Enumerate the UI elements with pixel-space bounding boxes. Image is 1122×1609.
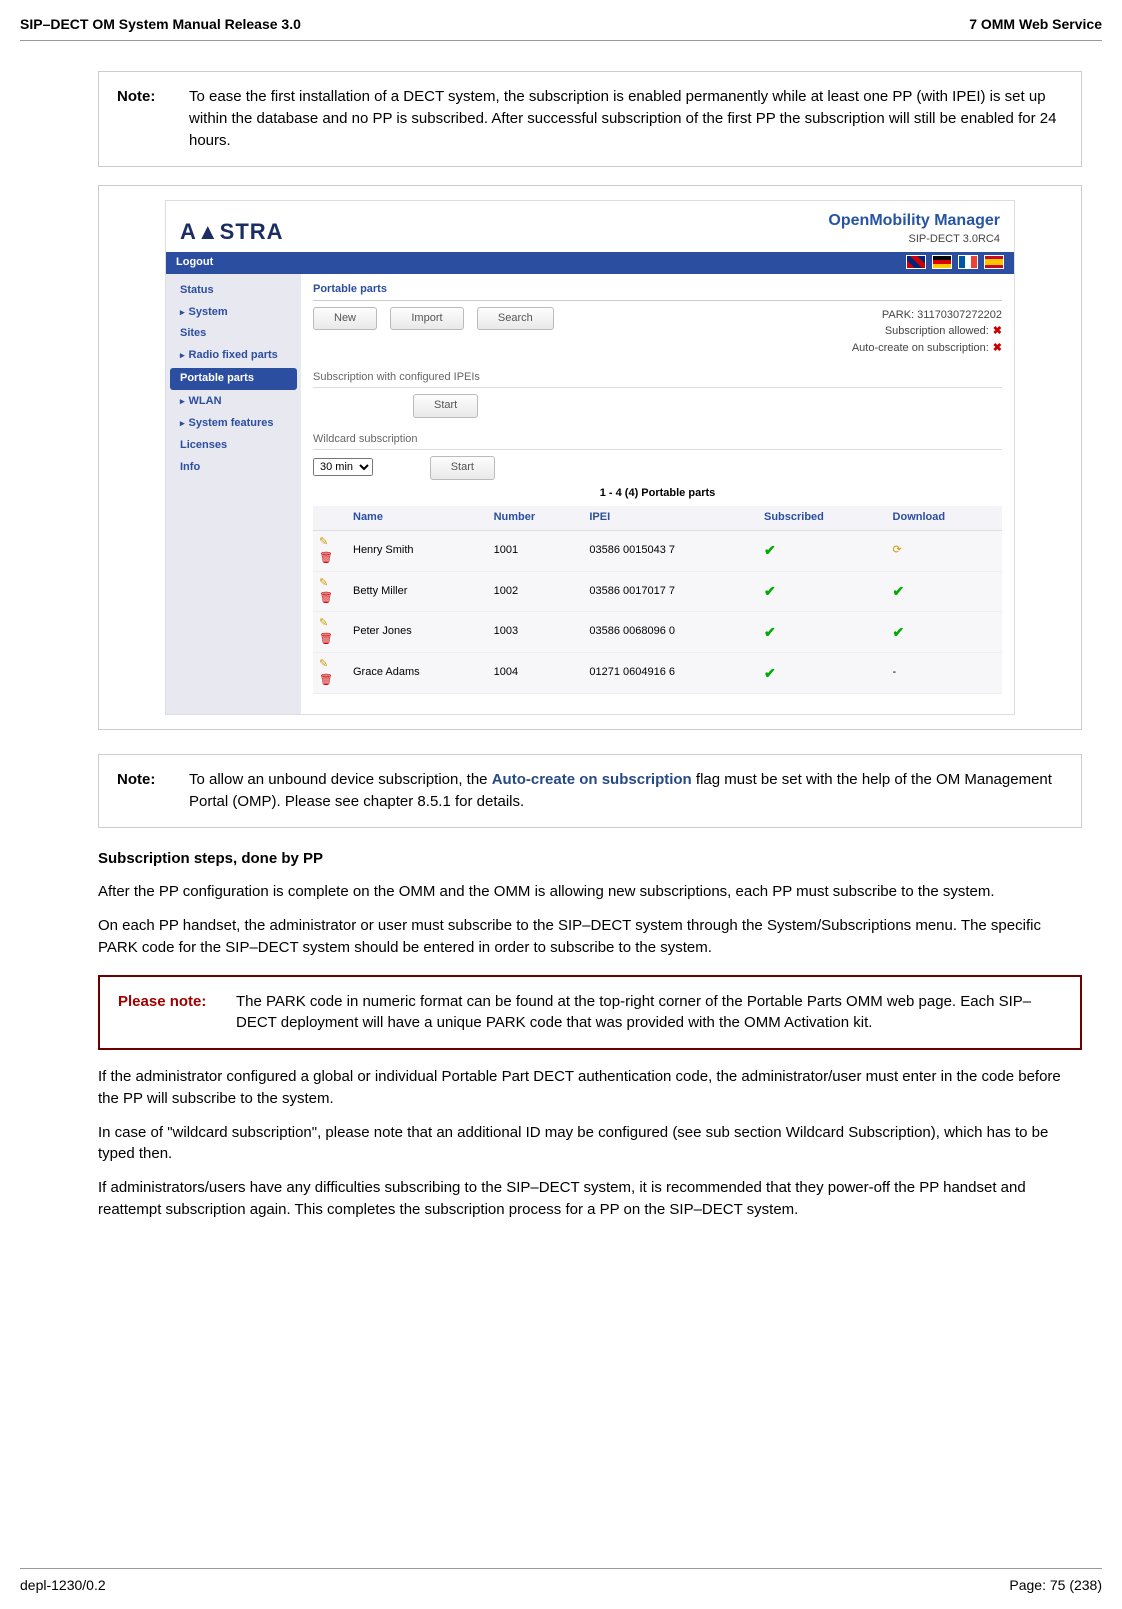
auto-create-link: Auto-create on subscription bbox=[492, 771, 692, 788]
download-icon[interactable]: ⟳ bbox=[887, 530, 1002, 571]
cell-ipei: 03586 0017017 7 bbox=[583, 571, 758, 612]
footer-right: Page: 75 (238) bbox=[1009, 1575, 1102, 1595]
aastra-logo: A▲STRA bbox=[180, 216, 284, 248]
note-box-2: Note: To allow an unbound device subscri… bbox=[98, 754, 1082, 828]
cell-number: 1001 bbox=[488, 530, 584, 571]
delete-icon[interactable]: 🗑 bbox=[319, 633, 333, 645]
flag-es-icon[interactable] bbox=[984, 255, 1004, 269]
note2-label: Note: bbox=[117, 769, 189, 813]
edit-icon[interactable]: ✎ bbox=[319, 577, 328, 589]
para-4: In case of "wildcard subscription", plea… bbox=[98, 1122, 1082, 1166]
cell-name: Betty Miller bbox=[347, 571, 488, 612]
omm-product-version: SIP-DECT 3.0RC4 bbox=[828, 232, 1000, 248]
table-caption: 1 - 4 (4) Portable parts bbox=[313, 480, 1002, 506]
check-icon: ✔ bbox=[758, 612, 887, 653]
portable-parts-table: Name Number IPEI Subscribed Download ✎ 🗑 … bbox=[313, 506, 1002, 694]
cell-name: Peter Jones bbox=[347, 612, 488, 653]
subscription-steps-heading: Subscription steps, done by PP bbox=[98, 848, 1082, 870]
cell-ipei: 03586 0068096 0 bbox=[583, 612, 758, 653]
delete-icon[interactable]: 🗑 bbox=[319, 552, 333, 564]
check-icon: ✔ bbox=[758, 571, 887, 612]
note-box-1: Note: To ease the first installation of … bbox=[98, 71, 1082, 166]
check-icon: ✔ bbox=[887, 571, 1002, 612]
doc-header-right: 7 OMM Web Service bbox=[969, 14, 1102, 34]
please-note-box: Please note: The PARK code in numeric fo… bbox=[98, 975, 1082, 1051]
search-button[interactable]: Search bbox=[477, 307, 554, 331]
check-icon: ✔ bbox=[887, 612, 1002, 653]
language-flags[interactable] bbox=[903, 255, 1004, 271]
nav-portable-parts[interactable]: Portable parts bbox=[170, 368, 297, 390]
para-1: After the PP configuration is complete o… bbox=[98, 881, 1082, 903]
panel-title: Portable parts bbox=[313, 282, 1002, 301]
nav-rfp[interactable]: Radio fixed parts bbox=[166, 345, 301, 367]
note1-label: Note: bbox=[117, 86, 189, 151]
col-subscribed[interactable]: Subscribed bbox=[758, 506, 887, 530]
col-number[interactable]: Number bbox=[488, 506, 584, 530]
wildcard-duration-select[interactable]: 30 min bbox=[313, 458, 373, 476]
omm-sidebar: Status System Sites Radio fixed parts Po… bbox=[166, 274, 301, 715]
nav-system[interactable]: System bbox=[166, 302, 301, 324]
new-button[interactable]: New bbox=[313, 307, 377, 331]
omm-product-title: OpenMobility Manager bbox=[828, 209, 1000, 232]
start-ipei-button[interactable]: Start bbox=[413, 394, 478, 418]
logout-link[interactable]: Logout bbox=[176, 255, 213, 271]
nav-wlan[interactable]: WLAN bbox=[166, 391, 301, 413]
cell-name: Grace Adams bbox=[347, 653, 488, 694]
flag-uk-icon[interactable] bbox=[906, 255, 926, 269]
flag-fr-icon[interactable] bbox=[958, 255, 978, 269]
please-note-text: The PARK code in numeric format can be f… bbox=[236, 991, 1062, 1035]
cell-name: Henry Smith bbox=[347, 530, 488, 571]
note1-text: To ease the first installation of a DECT… bbox=[189, 86, 1063, 151]
import-button[interactable]: Import bbox=[390, 307, 463, 331]
start-wildcard-button[interactable]: Start bbox=[430, 456, 495, 480]
note2-pre: To allow an unbound device subscription,… bbox=[189, 771, 492, 788]
check-icon: ✔ bbox=[758, 653, 887, 694]
col-download[interactable]: Download bbox=[887, 506, 1002, 530]
para-5: If administrators/users have any difficu… bbox=[98, 1177, 1082, 1221]
section-ipei: Subscription with configured IPEIs bbox=[313, 370, 1002, 388]
omm-screenshot: A▲STRA OpenMobility Manager SIP-DECT 3.0… bbox=[98, 185, 1082, 731]
table-row[interactable]: ✎ 🗑 Peter Jones 1003 03586 0068096 0 ✔ ✔ bbox=[313, 612, 1002, 653]
nav-status[interactable]: Status bbox=[166, 280, 301, 302]
table-row[interactable]: ✎ 🗑 Betty Miller 1002 03586 0017017 7 ✔ ✔ bbox=[313, 571, 1002, 612]
cell-number: 1002 bbox=[488, 571, 584, 612]
check-icon: ✔ bbox=[758, 530, 887, 571]
table-row[interactable]: ✎ 🗑 Henry Smith 1001 03586 0015043 7 ✔ ⟳ bbox=[313, 530, 1002, 571]
cell-ipei: 03586 0015043 7 bbox=[583, 530, 758, 571]
x-icon: ✖ bbox=[993, 342, 1002, 354]
nav-system-features[interactable]: System features bbox=[166, 413, 301, 435]
nav-licenses[interactable]: Licenses bbox=[166, 435, 301, 457]
footer-left: depl-1230/0.2 bbox=[20, 1575, 106, 1595]
cell-ipei: 01271 0604916 6 bbox=[583, 653, 758, 694]
doc-header-left: SIP–DECT OM System Manual Release 3.0 bbox=[20, 14, 301, 34]
section-wildcard: Wildcard subscription bbox=[313, 432, 1002, 450]
col-name[interactable]: Name bbox=[347, 506, 488, 530]
subscription-allowed-label: Subscription allowed: bbox=[885, 325, 989, 337]
col-ipei[interactable]: IPEI bbox=[583, 506, 758, 530]
edit-icon[interactable]: ✎ bbox=[319, 617, 328, 629]
nav-info[interactable]: Info bbox=[166, 457, 301, 479]
edit-icon[interactable]: ✎ bbox=[319, 536, 328, 548]
note2-text: To allow an unbound device subscription,… bbox=[189, 769, 1063, 813]
please-note-label: Please note: bbox=[118, 991, 236, 1035]
cell-download: - bbox=[887, 653, 1002, 694]
para-3: If the administrator configured a global… bbox=[98, 1066, 1082, 1110]
nav-sites[interactable]: Sites bbox=[166, 323, 301, 345]
para-2: On each PP handset, the administrator or… bbox=[98, 915, 1082, 959]
cell-number: 1003 bbox=[488, 612, 584, 653]
flag-de-icon[interactable] bbox=[932, 255, 952, 269]
x-icon: ✖ bbox=[993, 325, 1002, 337]
park-code: PARK: 31170307272202 bbox=[852, 307, 1002, 324]
delete-icon[interactable]: 🗑 bbox=[319, 674, 333, 686]
table-row[interactable]: ✎ 🗑 Grace Adams 1004 01271 0604916 6 ✔ - bbox=[313, 653, 1002, 694]
delete-icon[interactable]: 🗑 bbox=[319, 592, 333, 604]
edit-icon[interactable]: ✎ bbox=[319, 658, 328, 670]
auto-create-label: Auto-create on subscription: bbox=[852, 342, 989, 354]
cell-number: 1004 bbox=[488, 653, 584, 694]
